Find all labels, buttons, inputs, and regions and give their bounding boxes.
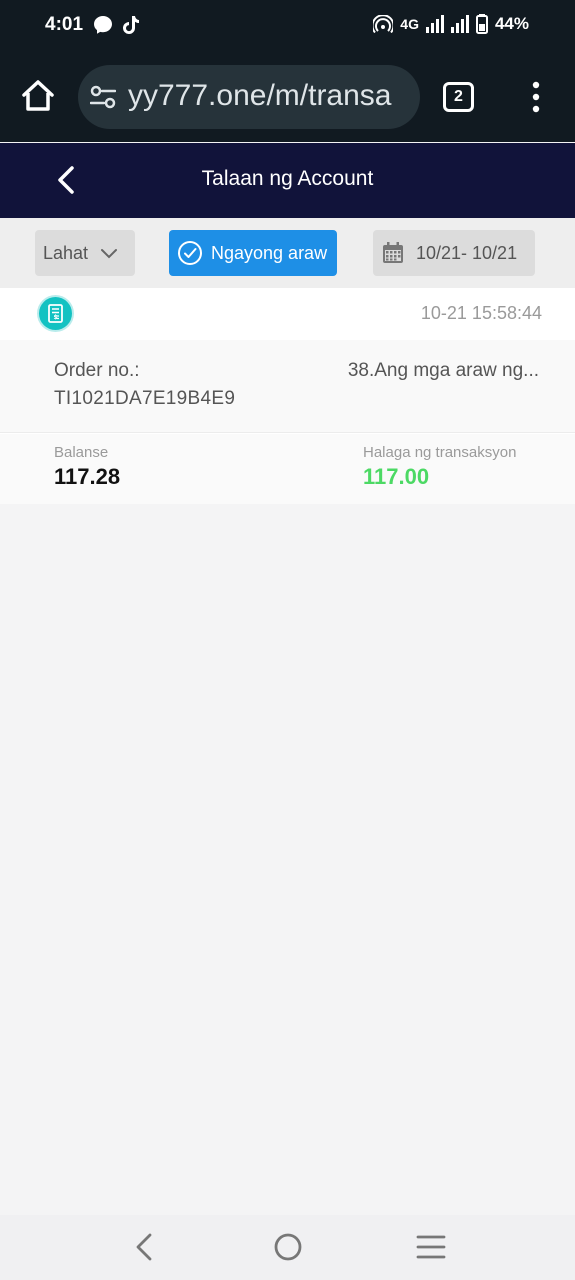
nav-back-icon[interactable] [124, 1229, 164, 1265]
status-time: 4:01 [45, 14, 84, 35]
home-icon[interactable] [18, 76, 58, 116]
chevron-down-icon [101, 249, 118, 259]
system-nav-bar [0, 1215, 575, 1280]
tab-switcher-button[interactable]: 2 [443, 82, 474, 112]
app-header: Talaan ng Account [0, 143, 575, 218]
status-right: 4G 44% [373, 14, 529, 34]
network-type: 4G [400, 16, 419, 32]
record-datetime: 10-21 15:58:44 [420, 303, 542, 323]
tiktok-icon [123, 16, 139, 34]
more-menu-icon[interactable] [529, 80, 543, 114]
date-range-label: 10/21- 10/21 [416, 242, 518, 263]
battery-icon [475, 14, 488, 34]
site-settings-icon[interactable] [90, 85, 116, 109]
record-details: Order no.: TI1021DA7E19B4E9 38.Ang mga a… [0, 340, 575, 433]
signal-icon [425, 15, 444, 33]
messenger-icon [94, 16, 112, 34]
order-number-label: Order no.: [54, 360, 140, 381]
url-text[interactable]: yy777.one/m/transa [128, 79, 391, 113]
record-amounts: Balanse 117.28 Halaga ng transaksyon 117… [0, 434, 575, 504]
nav-home-icon[interactable] [268, 1229, 308, 1265]
url-bar[interactable]: yy777.one/m/transa [78, 65, 420, 129]
battery-level: 44% [494, 14, 529, 33]
today-filter-button[interactable]: Ngayong araw [169, 230, 337, 276]
record-header: $ 10-21 15:58:44 [0, 288, 575, 340]
browser-chrome: 4:01 4G 44% yy777.one/m/transa 2 [0, 0, 575, 142]
calendar-icon [383, 242, 403, 263]
date-range-picker[interactable]: 10/21- 10/21 [373, 230, 535, 276]
check-circle-icon [178, 241, 202, 265]
signal-icon-2 [450, 15, 469, 33]
page-title: Talaan ng Account [201, 167, 374, 190]
type-filter-dropdown[interactable]: Lahat [35, 230, 135, 276]
transaction-description: 38.Ang mga araw ng... [347, 360, 539, 381]
order-number: TI1021DA7E19B4E9 [54, 388, 236, 409]
transaction-amount-value: 117.00 [363, 464, 430, 489]
balance-label: Balanse [54, 444, 109, 461]
nav-recents-icon[interactable] [411, 1229, 451, 1265]
transaction-amount-label: Halaga ng transaksyon [363, 444, 517, 461]
receipt-icon: $ [39, 297, 72, 330]
today-filter-label: Ngayong araw [211, 242, 328, 263]
filter-bar: Lahat Ngayong araw 10/21- 10/21 [0, 218, 575, 288]
status-bar: 4:01 4G 44% [0, 0, 575, 52]
balance-value: 117.28 [54, 464, 121, 489]
transaction-record[interactable]: $ 10-21 15:58:44 Order no.: TI1021DA7E19… [0, 288, 575, 504]
svg-text:$: $ [54, 314, 58, 321]
hotspot-icon [373, 15, 394, 33]
type-filter-label: Lahat [43, 242, 89, 263]
